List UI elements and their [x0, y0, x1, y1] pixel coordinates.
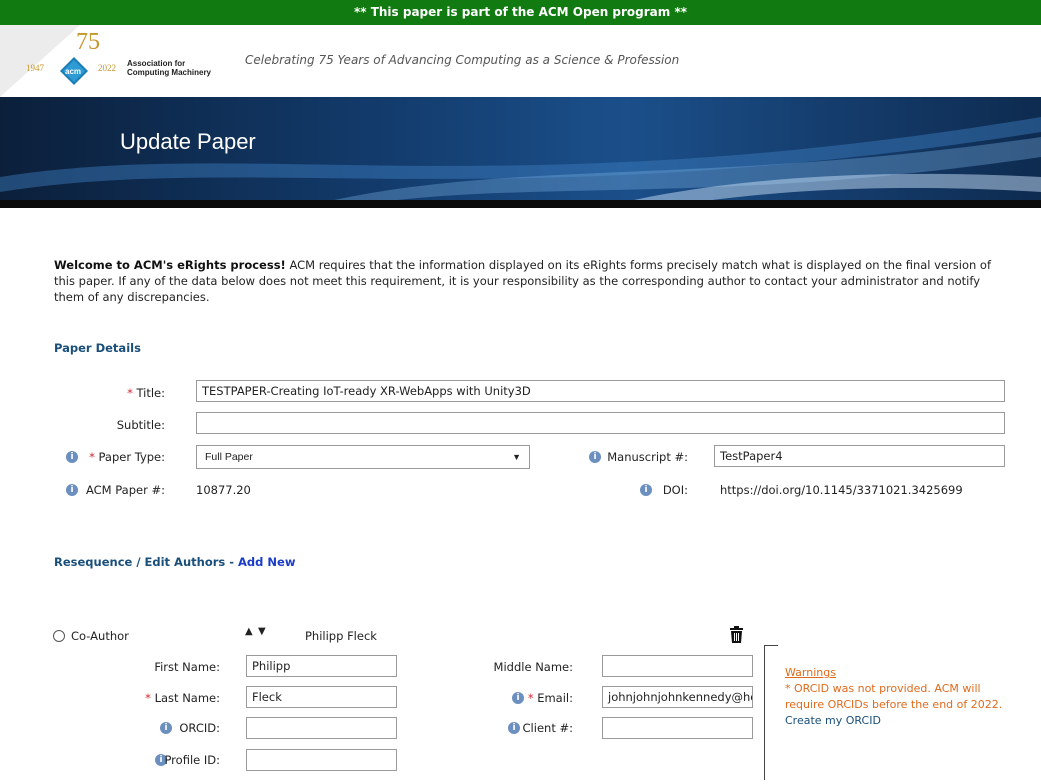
required-mark: *: [127, 386, 133, 400]
paper-details-heading: Paper Details: [54, 341, 141, 355]
title-label: * Title:: [80, 386, 165, 400]
authors-heading: Resequence / Edit Authors - Add New: [54, 555, 295, 569]
doi-value: https://doi.org/10.1145/3371021.3425699: [720, 483, 963, 497]
email-input[interactable]: johnjohnjohnkennedy@ho: [602, 686, 753, 708]
add-new-author-link[interactable]: Add New: [238, 555, 295, 569]
paper-type-value: Full Paper: [205, 451, 253, 463]
title-input[interactable]: TESTPAPER-Creating IoT-ready XR-WebApps …: [196, 380, 1005, 402]
orcid-label: ORCID:: [179, 721, 220, 735]
subtitle-label: Subtitle:: [116, 418, 165, 432]
co-author-radio[interactable]: [53, 630, 65, 642]
first-name-input[interactable]: Philipp: [246, 655, 397, 677]
warnings-message: * ORCID was not provided. ACM will requi…: [785, 682, 1003, 711]
title-label-text: Title:: [136, 386, 165, 400]
last-name-input[interactable]: Fleck: [246, 686, 397, 708]
doi-label: DOI:: [662, 483, 688, 497]
profile-id-label: Profile ID:: [164, 753, 220, 767]
email-label-text: Email:: [537, 691, 573, 705]
author-role: Co-Author: [71, 629, 129, 643]
first-name-label: First Name:: [154, 660, 220, 674]
anniversary-number: 75: [76, 29, 100, 55]
authors-heading-text: Resequence / Edit Authors: [54, 555, 226, 569]
client-input[interactable]: [602, 717, 753, 739]
subtitle-input[interactable]: [196, 412, 1005, 434]
tagline: Celebrating 75 Years of Advancing Comput…: [245, 53, 680, 67]
sort-down-icon[interactable]: ▼: [258, 626, 266, 637]
manuscript-label: Manuscript #:: [607, 450, 688, 464]
logo-area: 1947 75 acm 2022 Association for Computi…: [0, 25, 1041, 97]
client-label: Client #:: [522, 721, 573, 735]
create-orcid-link[interactable]: Create my ORCID: [785, 714, 881, 727]
welcome-lead: Welcome to ACM's eRights process!: [54, 258, 286, 272]
warnings-title[interactable]: Warnings: [785, 666, 836, 679]
sort-up-icon[interactable]: ▲: [245, 626, 253, 637]
required-mark: *: [145, 691, 151, 705]
info-icon[interactable]: i: [66, 484, 78, 496]
last-name-label: * Last Name:: [100, 691, 220, 705]
acm-open-banner: ** This paper is part of the ACM Open pr…: [0, 0, 1041, 25]
year-start: 1947: [26, 63, 45, 73]
orcid-input[interactable]: [246, 717, 397, 739]
required-mark: *: [527, 691, 534, 705]
warnings-text: * ORCID was not provided. ACM will requi…: [785, 681, 1015, 729]
acm-paper-value: 10877.20: [196, 483, 251, 497]
last-name-label-text: Last Name:: [154, 691, 220, 705]
year-end: 2022: [98, 63, 116, 73]
authors-heading-separator: -: [225, 555, 239, 569]
info-icon[interactable]: i: [66, 451, 78, 463]
org-name-line1: Association for: [127, 59, 186, 68]
hero-bottom-bar: [0, 200, 1041, 208]
paper-type-label-text: Paper Type:: [98, 450, 165, 464]
profile-id-input[interactable]: [246, 749, 397, 771]
acm-75-logo: 1947 75 acm 2022: [26, 29, 116, 85]
welcome-text: Welcome to ACM's eRights process! ACM re…: [54, 257, 994, 305]
warnings-bracket: [764, 645, 778, 780]
acm-paper-label: ACM Paper #:: [85, 483, 165, 497]
author-display-name: Philipp Fleck: [305, 629, 377, 643]
paper-type-label: * Paper Type:: [80, 450, 165, 464]
trash-icon[interactable]: [729, 626, 744, 643]
manuscript-input[interactable]: TestPaper4: [714, 445, 1005, 467]
middle-name-input[interactable]: [602, 655, 753, 677]
required-mark: *: [89, 450, 95, 464]
paper-type-select[interactable]: Full Paper ▼: [196, 445, 530, 469]
page-title: Update Paper: [120, 129, 256, 154]
org-name: Association for Computing Machinery: [127, 59, 211, 77]
org-name-line2: Computing Machinery: [127, 68, 212, 77]
acm-badge: acm: [65, 67, 81, 76]
middle-name-label: Middle Name:: [493, 660, 573, 674]
chevron-down-icon: ▼: [512, 452, 521, 462]
page-hero: Update Paper: [0, 97, 1041, 208]
email-label: * Email:: [460, 691, 573, 705]
